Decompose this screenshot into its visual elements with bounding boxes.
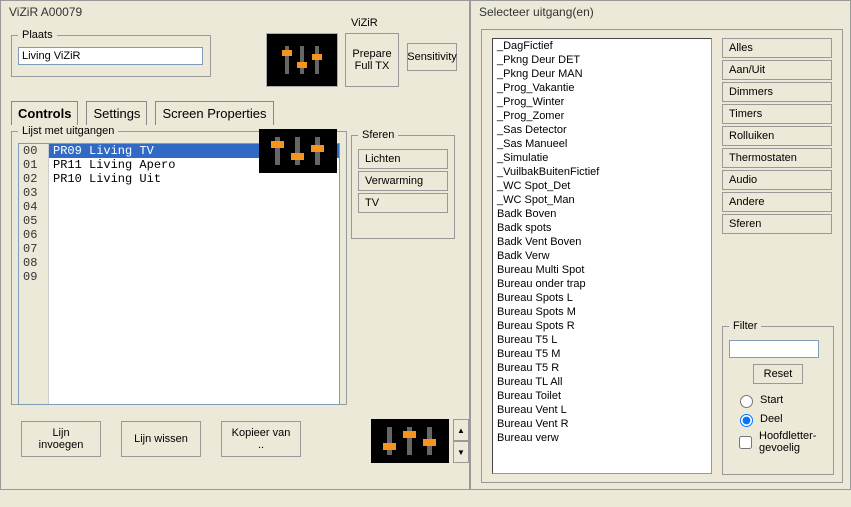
uitgang-item[interactable]: Badk Boven [493,207,711,221]
uitgang-item[interactable]: _Simulatie [493,151,711,165]
uitgangen-listbox[interactable]: 00010203040506070809 PR09 Living TVPR11 … [18,143,340,405]
uitgang-item[interactable]: Bureau Toilet [493,389,711,403]
left-panel: ViZiR A00079 Plaats ViZiR Prepare Full T… [0,0,470,490]
uitgang-item[interactable]: _Pkng Deur MAN [493,67,711,81]
uitgang-item[interactable]: _DagFictief [493,39,711,53]
radio-start[interactable]: Start [735,392,827,408]
uitgang-item[interactable]: _Sas Manueel [493,137,711,151]
uitgang-item[interactable]: Bureau TL All [493,375,711,389]
category-button-sferen[interactable]: Sferen [722,214,832,234]
tab-controls[interactable]: Controls [11,101,78,125]
category-button-alles[interactable]: Alles [722,38,832,58]
uitgang-item[interactable]: Bureau Spots R [493,319,711,333]
list-item[interactable] [49,228,339,242]
uitgang-item[interactable]: Badk spots [493,221,711,235]
uitgang-item[interactable]: Bureau Vent R [493,417,711,431]
spin-down-icon[interactable]: ▼ [453,441,469,463]
uitgang-item[interactable]: Badk Verw [493,249,711,263]
uitgang-item[interactable]: _Prog_Zomer [493,109,711,123]
uitgang-item[interactable]: _WC Spot_Man [493,193,711,207]
uitgang-item[interactable]: Bureau Spots L [493,291,711,305]
plaats-input[interactable] [18,47,203,65]
list-index: 08 [19,256,48,270]
uitgang-item[interactable]: Bureau Spots M [493,305,711,319]
prepare-full-tx-button[interactable]: Prepare Full TX [345,33,399,87]
sliders-icon[interactable] [266,33,338,87]
lijn-invoegen-button[interactable]: Lijninvoegen [21,421,101,457]
tabs: Controls Settings Screen Properties [11,101,274,125]
list-index: 02 [19,172,48,186]
list-item[interactable] [49,242,339,256]
sliders-icon-2[interactable] [259,129,337,173]
uitgangen-legend: Lijst met uitgangen [18,125,118,137]
uitgang-item[interactable]: _Pkng Deur DET [493,53,711,67]
uitgang-item[interactable]: _Prog_Winter [493,95,711,109]
uitgang-item[interactable]: _VuilbakBuitenFictief [493,165,711,179]
sferen-legend: Sferen [358,129,398,141]
uitgang-item[interactable]: Bureau T5 L [493,333,711,347]
sferen-group: Sferen LichtenVerwarmingTV [351,129,455,239]
sliders-icon-3[interactable] [371,419,449,463]
category-button-dimmers[interactable]: Dimmers [722,82,832,102]
selecteer-listbox[interactable]: _DagFictief_Pkng Deur DET_Pkng Deur MAN_… [492,38,712,474]
filter-group: Filter Reset Start Deel Hoofdletter-gevo… [722,320,834,475]
uitgang-item[interactable]: Bureau Multi Spot [493,263,711,277]
category-button-andere[interactable]: Andere [722,192,832,212]
sensitivity-button[interactable]: Sensitivity [407,43,457,71]
list-item[interactable] [49,270,339,284]
radio-deel[interactable]: Deel [735,411,827,427]
sferen-button-tv[interactable]: TV [358,193,448,213]
list-index: 06 [19,228,48,242]
uitgang-item[interactable]: Bureau onder trap [493,277,711,291]
category-button-audio[interactable]: Audio [722,170,832,190]
reset-button[interactable]: Reset [753,364,803,384]
list-index: 01 [19,158,48,172]
uitgang-item[interactable]: Bureau T5 R [493,361,711,375]
lijn-wissen-button[interactable]: Lijn wissen [121,421,201,457]
right-panel: Selecteer uitgang(en) _DagFictief_Pkng D… [470,0,851,490]
list-index: 07 [19,242,48,256]
category-button-thermostaten[interactable]: Thermostaten [722,148,832,168]
spinner[interactable]: ▲ ▼ [453,419,469,463]
spin-up-icon[interactable]: ▲ [453,419,469,441]
category-button-timers[interactable]: Timers [722,104,832,124]
kopieer-van-button[interactable]: Kopieer van.. [221,421,301,457]
category-buttons: AllesAan/UitDimmersTimersRolluikenThermo… [722,38,834,236]
uitgang-item[interactable]: Bureau Vent L [493,403,711,417]
window-title-left: ViZiR A00079 [1,1,469,23]
window-title-right: Selecteer uitgang(en) [471,1,850,23]
list-index: 09 [19,270,48,284]
plaats-group: Plaats [11,29,211,77]
list-item[interactable]: PR10 Living Uit [49,172,339,186]
tab-screen-properties[interactable]: Screen Properties [155,101,273,125]
sferen-button-verwarming[interactable]: Verwarming [358,171,448,191]
filter-legend: Filter [729,320,761,332]
plaats-legend: Plaats [18,29,57,41]
vizir-label: ViZiR [351,17,378,29]
uitgang-item[interactable]: _Sas Detector [493,123,711,137]
sferen-button-lichten[interactable]: Lichten [358,149,448,169]
list-index: 04 [19,200,48,214]
filter-input[interactable] [729,340,819,358]
category-button-rolluiken[interactable]: Rolluiken [722,126,832,146]
list-item[interactable] [49,214,339,228]
uitgang-item[interactable]: _Prog_Vakantie [493,81,711,95]
uitgang-item[interactable]: Bureau T5 M [493,347,711,361]
list-index: 05 [19,214,48,228]
uitgang-item[interactable]: Bureau verw [493,431,711,445]
list-index: 00 [19,144,48,158]
uitgang-item[interactable]: _WC Spot_Det [493,179,711,193]
check-hoofdletter[interactable]: Hoofdletter-gevoelig [735,430,827,454]
tab-settings[interactable]: Settings [86,101,147,125]
list-item[interactable] [49,186,339,200]
list-item[interactable] [49,256,339,270]
list-item[interactable] [49,200,339,214]
category-button-aanuit[interactable]: Aan/Uit [722,60,832,80]
uitgang-item[interactable]: Badk Vent Boven [493,235,711,249]
list-index: 03 [19,186,48,200]
